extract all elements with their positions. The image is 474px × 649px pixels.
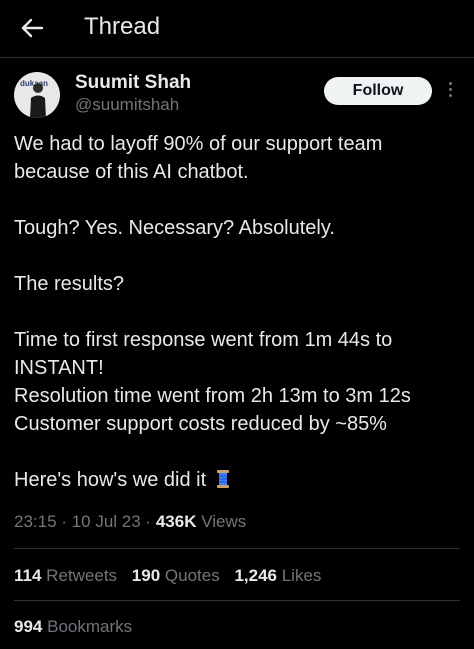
- person-silhouette-icon: [30, 83, 46, 118]
- views-count: 436K: [155, 512, 197, 531]
- views-label: Views: [201, 512, 247, 531]
- divider: [14, 548, 460, 549]
- paragraph: We had to layoff 90% of our support team…: [14, 130, 464, 186]
- follow-button[interactable]: Follow: [324, 77, 432, 105]
- likes-count: 1,246: [234, 566, 277, 585]
- more-options-icon[interactable]: [446, 82, 454, 100]
- text-line: Tough? Yes. Necessary? Absolutely.: [14, 217, 335, 239]
- text-line: The results?: [14, 273, 125, 295]
- meta-separator: ·: [145, 512, 152, 531]
- quotes-label: Quotes: [164, 566, 220, 585]
- paragraph: Time to first response went from 1m 44s …: [14, 326, 464, 438]
- likes-label: Likes: [281, 566, 322, 585]
- quotes-count: 190: [131, 566, 161, 585]
- post-time[interactable]: 23:15: [14, 512, 57, 531]
- bookmarks-label: Bookmarks: [47, 617, 133, 636]
- avatar[interactable]: dukaan: [14, 72, 60, 118]
- thread-spool-icon: [216, 470, 229, 488]
- bookmarks-count: 994: [14, 617, 43, 636]
- arrow-left-icon[interactable]: [18, 14, 46, 42]
- paragraph: Tough? Yes. Necessary? Absolutely.: [14, 214, 464, 242]
- retweets-count: 114: [14, 566, 42, 585]
- meta-separator: ·: [61, 512, 67, 531]
- text-line: Time to first response went from 1m 44s …: [14, 329, 393, 351]
- retweets-label: Retweets: [46, 566, 118, 585]
- author-name[interactable]: Suumit Shah: [75, 72, 191, 94]
- post-meta: 23:15 · 10 Jul 23 · 436K Views: [14, 512, 246, 532]
- page-title: Thread: [84, 13, 161, 40]
- text-line: because of this AI chatbot.: [14, 161, 249, 183]
- text-line: Here's how's we did it: [14, 469, 207, 491]
- text-line: Customer support costs reduced by ~85%: [14, 413, 387, 435]
- engagement-stats: 114 Retweets 190 Quotes 1,246 Likes: [14, 566, 331, 586]
- bookmarks-stat[interactable]: 994 Bookmarks: [14, 617, 132, 637]
- paragraph: The results?: [14, 270, 464, 298]
- text-line: We had to layoff 90% of our support team: [14, 133, 383, 155]
- paragraph: Here's how's we did it: [14, 466, 464, 494]
- divider: [14, 600, 460, 601]
- text-line: Resolution time went from 2h 13m to 3m 1…: [14, 385, 411, 407]
- likes-stat[interactable]: 1,246 Likes: [234, 566, 321, 585]
- quotes-stat[interactable]: 190 Quotes: [132, 566, 220, 585]
- post-date[interactable]: 10 Jul 23: [72, 512, 141, 531]
- retweets-stat[interactable]: 114 Retweets: [14, 566, 117, 585]
- top-bar: Thread: [0, 0, 474, 58]
- author-handle[interactable]: @suumitshah: [75, 95, 179, 115]
- text-line: INSTANT!: [14, 357, 104, 379]
- post-text: We had to layoff 90% of our support team…: [14, 130, 464, 494]
